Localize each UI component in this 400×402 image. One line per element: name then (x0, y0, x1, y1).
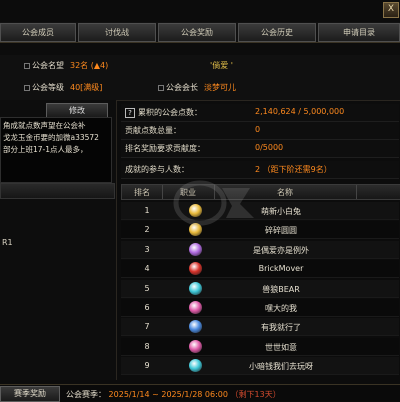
table-row[interactable]: 1 萌新小白兔 (121, 202, 399, 220)
class-icon-pink (189, 301, 202, 314)
member-name: 兽狼BEAR (262, 284, 300, 294)
rank-cell: 8 (144, 341, 150, 351)
class-icon-pink (189, 339, 202, 353)
season-label: 公会赛季： (66, 390, 106, 399)
season-info: 公会赛季： 2025/1/14 ~ 2025/1/28 06:00 （剩下13天… (66, 389, 281, 400)
rank-cell: 7 (144, 322, 150, 332)
member-name: 世世如意 (265, 342, 297, 352)
stat-value: 0/5000 (255, 143, 284, 152)
class-icon-red (189, 262, 202, 276)
notice-line: 戈龙玉金币要的加微a33572 (3, 133, 99, 142)
close-icon[interactable]: X (388, 4, 394, 14)
tab-guild-history[interactable]: 公会历史 (238, 23, 316, 42)
column-divider (356, 185, 357, 199)
table-row[interactable]: 2 碎碎圆圆 (121, 221, 399, 240)
class-icon-blue (189, 320, 202, 334)
stat-label: 贡献点数总量： (125, 126, 181, 135)
table-row[interactable]: 5 兽狼BEAR (121, 279, 399, 298)
stat-row-guild-points: ? 累积的公会点数： 2,140,624 / 5,000,000 (121, 104, 399, 122)
watermark-logo (173, 180, 254, 226)
member-name: 有我就行了 (261, 323, 301, 333)
stat-row-rank-requirement: 排名奖励要求贡献度： 0/5000 (121, 140, 399, 158)
guild-notice: 角成就点数声望在公会补 戈龙玉金币要的加微a33572 部分上班17-1点人最多… (0, 117, 112, 183)
column-header-rank[interactable]: 排名 (122, 187, 162, 198)
rank-cell: 3 (144, 244, 150, 254)
edit-notice-button[interactable]: 修改 (46, 103, 108, 118)
rank-cell: 2 (144, 225, 150, 235)
notice-line: 角成就点数声望在公会补 (3, 121, 86, 130)
guild-motto: '倘爱 ' (210, 61, 233, 70)
member-name: 是偶爱亦是例外 (253, 245, 309, 255)
table-row[interactable]: 7 有我就行了 (121, 318, 399, 337)
guild-leader-label: 公会会长 (158, 82, 198, 93)
guild-level-value: 40[满级] (70, 83, 103, 92)
table-row[interactable]: 8 世世如意 (121, 337, 399, 356)
class-icon-cyan (189, 359, 202, 373)
stat-row-participants: 成就的参与人数： 2 （距下阶还需9名） (121, 161, 399, 179)
stat-label: ? 累积的公会点数： (125, 107, 202, 118)
stat-value: 0 (255, 125, 261, 134)
stat-row-contribution-total: 贡献点数总量： 0 (121, 122, 399, 140)
rank-cell: 9 (144, 361, 150, 371)
season-remaining: （剩下13天） (230, 390, 281, 399)
table-row[interactable]: 6 嘿大的我 (121, 299, 399, 317)
ranking-table-header: 排名 职业 名称 (121, 184, 400, 200)
notice-line: 部分上班17-1点人最多， (3, 145, 88, 154)
left-panel-header (0, 183, 115, 199)
season-range: 2025/1/14 ~ 2025/1/28 06:00 (108, 390, 228, 399)
tab-application-list[interactable]: 申请目录 (318, 23, 400, 42)
tab-guild-members[interactable]: 公会成员 (0, 23, 76, 42)
rank-cell: 6 (144, 303, 150, 312)
stat-label: 排名奖励要求贡献度： (125, 144, 205, 153)
stat-value: 2,140,624 / 5,000,000 (255, 107, 345, 116)
rank-cell: 4 (144, 264, 150, 274)
guild-leader-value: 淡梦可儿 (204, 83, 236, 92)
close-button[interactable]: X (383, 2, 399, 18)
tab-raid[interactable]: 讨伐战 (78, 23, 156, 42)
table-row[interactable]: 3 是偶爱亦是例外 (121, 240, 399, 259)
class-icon-cyan (189, 281, 202, 295)
tab-guild-rewards[interactable]: 公会奖励 (158, 23, 236, 42)
table-row[interactable]: 9 小暗钱我们去玩呀 (121, 357, 399, 376)
rank-cell: 5 (144, 283, 150, 293)
member-name: BrickMover (258, 264, 304, 274)
guild-fame-label: 公会名望 (24, 60, 64, 71)
member-name: 小暗钱我们去玩呀 (249, 362, 313, 372)
class-icon-purple (189, 242, 202, 256)
bullet-icon (24, 84, 30, 91)
guild-fame-value: 32名 (▲4) (70, 61, 109, 70)
guild-level-label: 公会等级 (24, 82, 64, 93)
rank-cell: 1 (144, 206, 150, 215)
left-panel-text: R1 (2, 238, 13, 247)
stat-value: 2 （距下阶还需9名） (255, 165, 332, 174)
tab-bar: 公会成员 讨伐战 公会奖励 公会历史 申请目录 (0, 22, 400, 43)
member-name: 嘿大的我 (265, 304, 297, 313)
help-icon[interactable]: ? (125, 108, 135, 118)
bullet-icon (24, 62, 30, 69)
table-row[interactable]: 4 BrickMover (121, 260, 399, 279)
guild-info: 公会名望 32名 (▲4) '倘爱 ' 公会等级 40[满级] 公会会长 淡梦可… (0, 55, 400, 101)
stat-label: 成就的参与人数： (125, 165, 189, 174)
bullet-icon (158, 84, 164, 91)
